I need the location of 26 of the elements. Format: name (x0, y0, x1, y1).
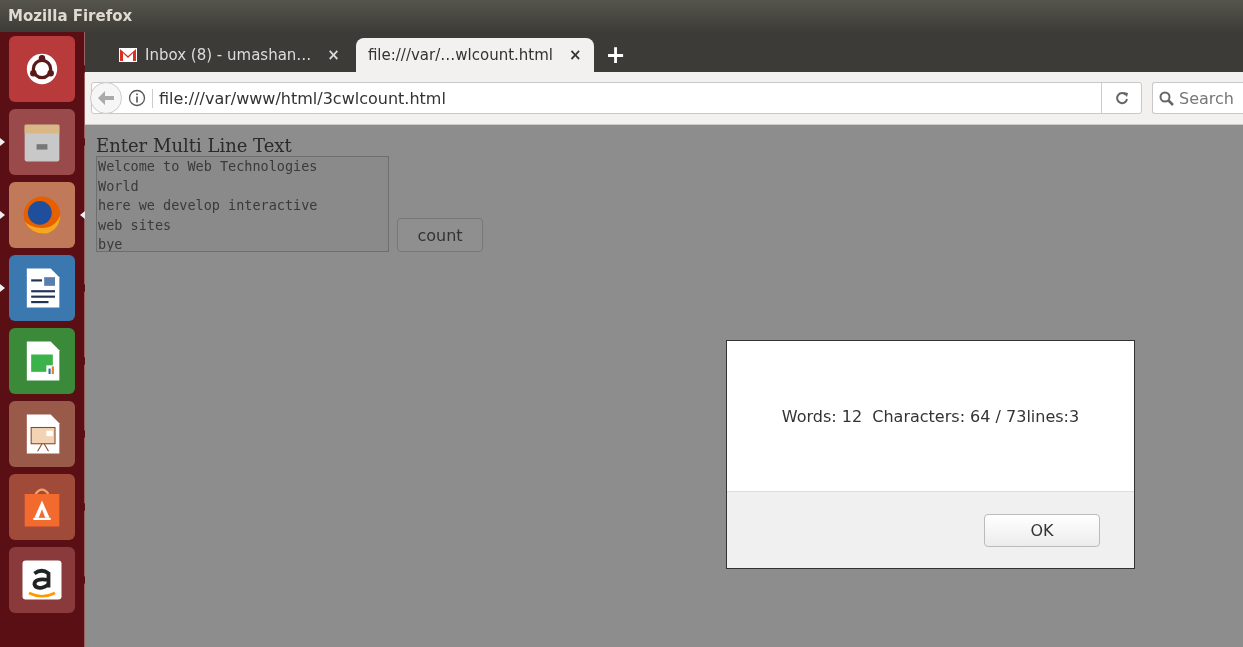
reload-icon (1114, 91, 1129, 105)
calc-launcher-icon[interactable] (9, 328, 75, 394)
writer-launcher-icon[interactable] (9, 255, 75, 321)
alert-message: Words: 12 Characters: 64 / 73lines:3 (781, 406, 1080, 426)
impress-launcher-icon[interactable] (9, 401, 75, 467)
back-arrow-icon (98, 91, 114, 105)
browser-tab[interactable]: file:///var/…wlcount.html × (355, 38, 594, 72)
store-launcher-icon[interactable] (9, 474, 75, 540)
browser-tab[interactable]: Inbox (8) - umashan… × (107, 38, 352, 72)
search-field[interactable]: Search (1152, 82, 1243, 114)
close-tab-icon[interactable]: × (327, 46, 340, 64)
address-bar[interactable]: file:///var/www/html/3cwlcount.html (91, 82, 1142, 114)
ubuntu-launcher-icon[interactable] (9, 36, 75, 102)
info-icon[interactable] (128, 89, 146, 107)
url-text: file:///var/www/html/3cwlcount.html (152, 88, 1095, 108)
amazon-launcher-icon[interactable] (9, 547, 75, 613)
window-title: Mozilla Firefox (8, 7, 133, 25)
files-launcher-icon[interactable] (9, 109, 75, 175)
form-heading: Enter Multi Line Text (96, 135, 293, 156)
count-button[interactable]: count (397, 218, 483, 252)
search-icon (1159, 90, 1174, 106)
mail-icon (119, 48, 137, 62)
ok-button[interactable]: OK (984, 513, 1100, 547)
new-tab-button[interactable]: + (597, 38, 634, 72)
close-tab-icon[interactable]: × (568, 46, 582, 64)
firefox-launcher-icon[interactable] (9, 182, 75, 248)
